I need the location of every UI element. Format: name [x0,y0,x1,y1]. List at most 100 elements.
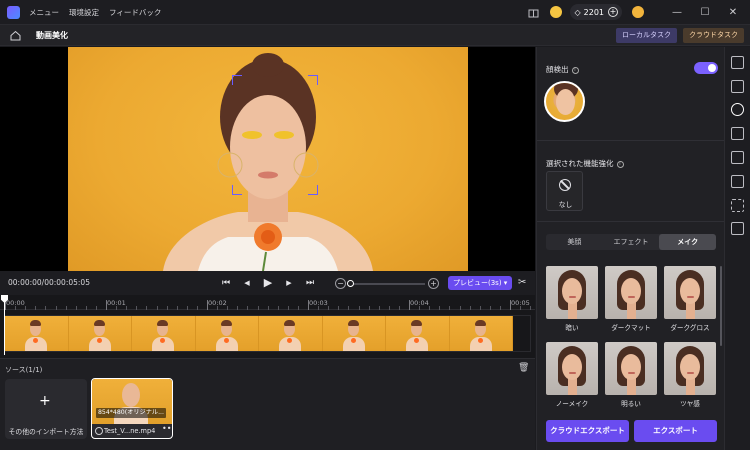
step-back-button[interactable]: ◀ [240,276,254,290]
credits-count: 2201 [583,7,604,17]
ruler-tick [287,306,289,310]
page-title: 動画美化 [36,30,68,40]
step-forward-button[interactable]: ▶ [282,276,296,290]
info-icon[interactable]: i [571,66,579,74]
clip-thumbnail [68,316,132,351]
timecode: 00:00:00/00:00:05:05 [8,278,90,287]
face-detect-toggle[interactable] [694,62,718,74]
close-button[interactable]: ✕ [722,7,744,18]
import-button[interactable]: + その他のインポート方法 [5,379,87,439]
cloud-task-button[interactable]: クラウドタスク [683,28,744,43]
plus-icon: + [39,393,51,409]
cloud-icon [95,427,103,435]
ruler-tick [247,306,249,310]
more-options-button[interactable]: ••• [162,424,172,433]
tab-beauty[interactable]: 美顔 [546,234,603,250]
zoom-out-button[interactable]: − [335,278,346,289]
chevron-down-icon: ▾ [503,279,508,287]
ruler-tick [227,306,229,310]
video-clip[interactable] [4,315,531,352]
export-tool-icon[interactable] [731,222,744,235]
timeline[interactable]: 00:00 00:01 00:02 00:03 00:04 00:05 [0,295,535,358]
ruler-tick [65,306,67,310]
preset-no-makeup[interactable]: ノーメイク [546,342,598,408]
clip-thumbnail [386,316,450,351]
ruler-tick [368,306,370,310]
time-ruler[interactable]: 00:00 00:01 00:02 00:03 00:04 00:05 [0,295,535,310]
ruler-tick [338,306,340,310]
preset-thumbnail [664,342,716,395]
panel-scrollbar[interactable] [720,266,722,346]
ruler-tick [35,306,37,310]
preset-label: ノーメイク [555,400,589,408]
clip-thumbnail [5,316,69,351]
zoom-slider-track[interactable] [350,283,425,285]
ruler-tick [449,306,451,310]
cloud-export-button[interactable]: クラウドエクスポート [546,420,629,442]
preset-glossy[interactable]: ツヤ感 [664,342,716,408]
eraser-tool-icon[interactable] [731,175,744,188]
scissors-icon[interactable]: ✂ [518,277,526,288]
user-icon[interactable] [632,6,644,18]
preset-bright[interactable]: 明るい [605,342,657,408]
tab-effect[interactable]: エフェクト [603,234,660,250]
ruler-tick [499,306,501,310]
ruler-tick [45,306,47,310]
edit-tool-icon[interactable] [731,151,744,164]
none-feature-chip[interactable]: なし [546,171,583,211]
grid-tool-icon[interactable] [731,127,744,140]
zoom-in-button[interactable]: + [428,278,439,289]
prohibited-icon [559,179,571,191]
ruler-tick [257,306,259,310]
menu-item-settings[interactable]: 環境設定 [69,7,99,18]
info-icon[interactable]: i [616,160,624,168]
preset-dark[interactable]: 暗い [546,266,598,332]
none-label: なし [558,201,573,209]
export-button[interactable]: エクスポート [634,420,717,442]
ruler-tick [348,306,350,310]
ruler-tick [308,300,309,310]
tab-makeup[interactable]: メイク [659,234,717,250]
preset-dark-matte[interactable]: ダークマット [605,266,657,332]
source-panel: ソース(1/1) 🗑 + その他のインポート方法 854*480(オリジナル..… [0,358,535,450]
preset-dark-gloss[interactable]: ダークグロス [664,266,716,332]
curve-tool-icon[interactable] [731,80,744,93]
clip-thumbnail [449,316,513,351]
zoom-slider-handle[interactable] [347,280,354,287]
ruler-tick [146,306,148,310]
face-detection-frame [232,75,318,195]
trash-icon[interactable]: 🗑 [518,363,529,373]
ruler-tick [459,306,461,310]
coin-icon[interactable] [550,6,563,18]
detected-face-thumbnail[interactable] [544,81,585,122]
ruler-tick [25,306,27,310]
select-tool-icon[interactable] [731,199,744,212]
ruler-tick [126,306,128,310]
skip-start-button[interactable]: ⏮ [219,276,233,290]
local-task-button[interactable]: ローカルタスク [616,28,677,43]
ruler-tick [297,306,299,310]
menu-item-menu[interactable]: メニュー [29,7,59,18]
ruler-tick [106,300,107,310]
clip-thumbnail [259,316,323,351]
face-detect-title: 顔検出 i [546,64,579,75]
preview-button[interactable]: プレビュー(3s) ▾ [448,276,513,290]
video-tool-icon[interactable] [731,56,744,69]
app-logo-icon [7,5,20,19]
minimize-button[interactable]: — [666,7,688,18]
skip-end-button[interactable]: ⏭ [303,276,317,290]
ruler-tick [186,306,188,310]
maximize-button[interactable]: ☐ [694,7,716,18]
ruler-tick [520,306,522,310]
play-button[interactable]: ▶ [261,276,275,290]
playhead[interactable] [4,295,5,355]
home-icon[interactable] [8,28,22,42]
menu-item-feedback[interactable]: フィードバック [109,7,161,18]
ruler-tick [166,306,168,310]
credits-badge[interactable]: ◇ 2201 + [570,4,622,20]
gift-icon[interactable] [526,5,540,19]
beauty-tool-icon[interactable] [731,103,744,116]
add-credits-icon[interactable]: + [608,7,618,17]
media-item[interactable]: 854*480(オリジナル... Test_V...ne.mp4 ••• [91,378,173,439]
ruler-tick [55,306,57,310]
